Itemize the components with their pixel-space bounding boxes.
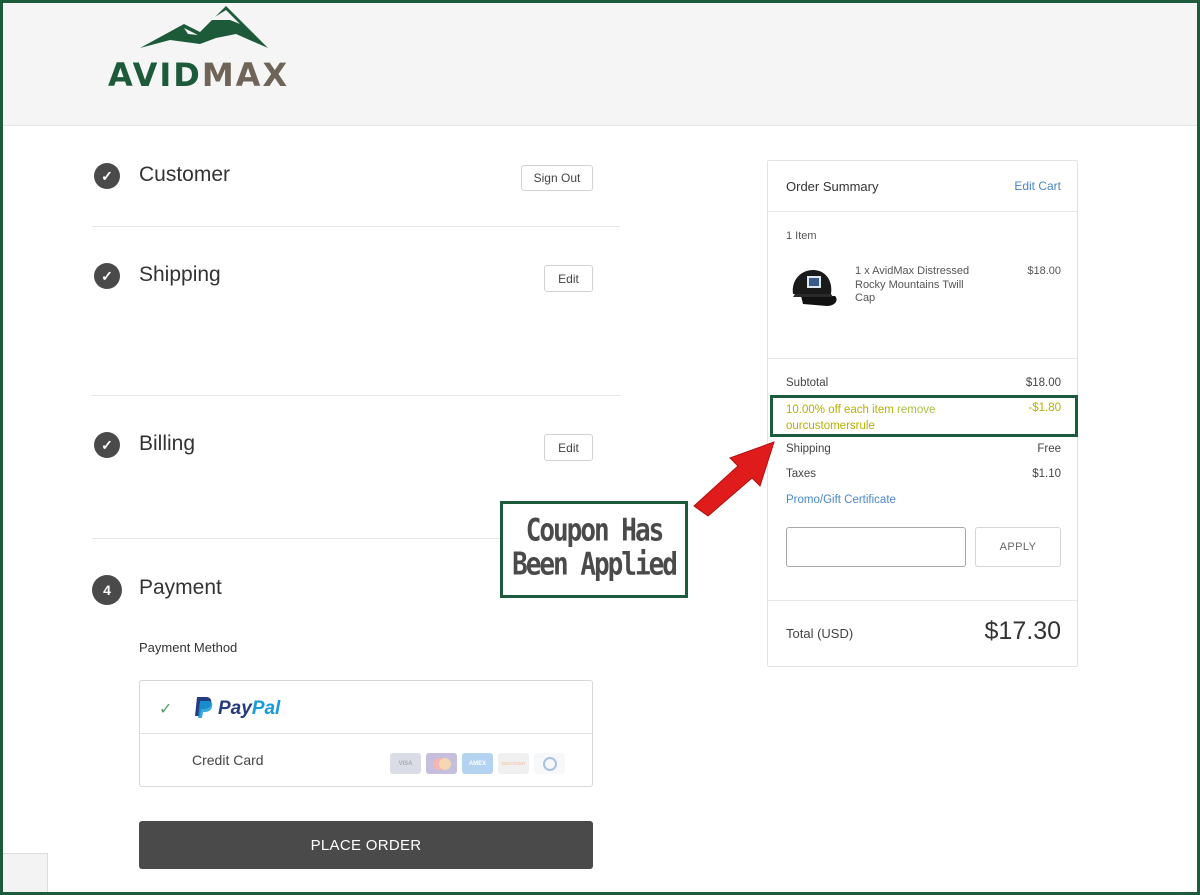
step-title-customer: Customer [139, 163, 231, 186]
taxes-value: $1.10 [1032, 468, 1061, 480]
place-order-button[interactable]: PLACE ORDER [139, 821, 593, 869]
divider [92, 226, 620, 227]
divider [768, 358, 1077, 359]
item-name: 1 x AvidMax Distressed Rocky Mountains T… [855, 265, 970, 304]
taxes-label: Taxes [786, 468, 817, 480]
item-count: 1 Item [786, 230, 817, 242]
order-summary-header: Order Summary Edit Cart [768, 161, 1077, 212]
check-icon: ✓ [94, 432, 120, 458]
step-billing: ✓ Billing Edit [92, 431, 620, 491]
coupon-code: ourcustomersrule [786, 420, 875, 432]
subtotal-value: $18.00 [1025, 377, 1061, 389]
callout-line-2: Been Applied [512, 547, 678, 583]
sign-out-button[interactable]: Sign Out [521, 165, 593, 191]
payment-method-label: Payment Method [139, 640, 238, 655]
payment-option-paypal[interactable]: ✓ PayPal [140, 681, 592, 734]
total-label: Total (USD) [786, 626, 854, 641]
divider [768, 600, 1077, 601]
credit-card-label[interactable]: Credit Card [192, 752, 264, 768]
total-value: $17.30 [984, 617, 1061, 645]
edit-cart-link[interactable]: Edit Cart [1014, 179, 1061, 193]
edit-shipping-button[interactable]: Edit [544, 265, 593, 292]
order-summary-title: Order Summary [786, 179, 879, 194]
coupon-applied-callout: Coupon Has Been Applied [500, 501, 688, 598]
payment-method-list: ✓ PayPal Credit Card VISA AMEX DISCOVER [139, 680, 593, 787]
remove-coupon-link[interactable]: remove [897, 404, 935, 416]
step-customer: ✓ Customer Sign Out [92, 160, 620, 220]
check-icon: ✓ [94, 163, 120, 189]
corner-widget [0, 853, 48, 895]
paypal-icon [195, 697, 213, 718]
promo-code-input[interactable] [786, 527, 966, 567]
edit-billing-button[interactable]: Edit [544, 434, 593, 461]
mountain-logo-icon [140, 6, 268, 48]
coupon-label: 10.00% off each item [786, 404, 894, 416]
logo-wordmark: AVIDMAX [108, 56, 290, 94]
diners-card-icon [534, 753, 565, 774]
order-summary: Order Summary Edit Cart 1 Item 1 x AvidM… [767, 160, 1078, 667]
paypal-label: PayPal [218, 698, 281, 719]
divider [92, 395, 620, 396]
check-icon: ✓ [94, 263, 120, 289]
step-title-shipping: Shipping [139, 263, 221, 286]
mastercard-card-icon [426, 753, 457, 774]
cap-product-image [792, 270, 837, 306]
step-title-payment: Payment [139, 576, 222, 599]
visa-card-icon: VISA [390, 753, 421, 774]
red-arrow-icon [693, 441, 775, 517]
avidmax-logo[interactable]: AVIDMAX [108, 4, 308, 94]
step-number-badge: 4 [92, 575, 122, 605]
step-title-billing: Billing [139, 432, 196, 455]
site-header: AVIDMAX [0, 0, 1200, 126]
coupon-line: 10.00% off each item remove ourcustomers… [786, 402, 935, 434]
shipping-label: Shipping [786, 443, 831, 455]
amex-card-icon: AMEX [462, 753, 493, 774]
item-price: $18.00 [1027, 265, 1061, 277]
step-shipping: ✓ Shipping Edit [92, 262, 620, 322]
promo-gift-certificate-link[interactable]: Promo/Gift Certificate [786, 494, 896, 506]
discover-card-icon: DISCOVER [498, 753, 529, 774]
checkmark-icon: ✓ [159, 701, 173, 718]
subtotal-label: Subtotal [786, 377, 829, 389]
shipping-value: Free [1037, 443, 1061, 455]
apply-button[interactable]: APPLY [975, 527, 1061, 567]
coupon-amount: -$1.80 [1028, 402, 1061, 414]
